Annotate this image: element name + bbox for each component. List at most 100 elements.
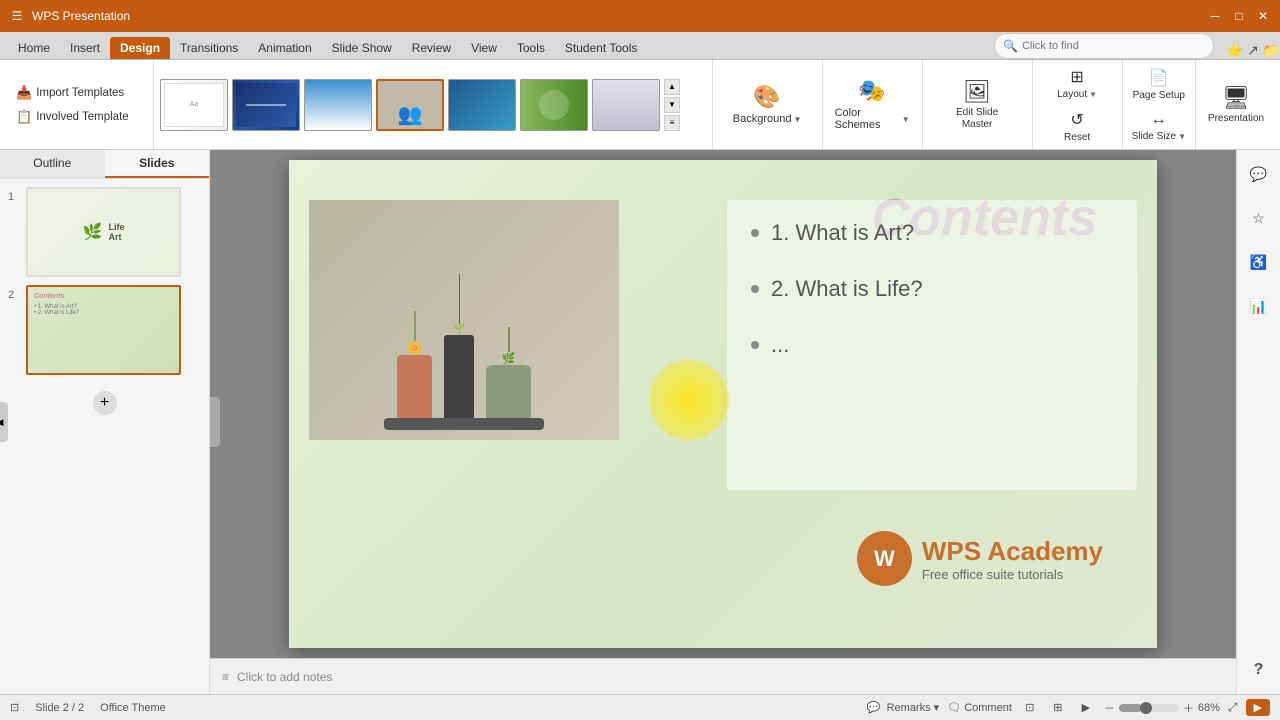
maximize-icon[interactable]: □ — [1230, 7, 1248, 25]
slide-size-button[interactable]: ↔ Slide Size ▼ — [1127, 108, 1191, 145]
notes-bar[interactable]: ≡ Click to add notes — [210, 658, 1236, 694]
bullet-text-1: 1. What is Art? — [771, 220, 914, 246]
ribbon-slidemaster-panel: 🖼 Edit Slide Master — [923, 60, 1033, 149]
titlebar: ☰ WPS Presentation ─ □ ✕ — [0, 0, 1280, 32]
presentation-button[interactable]: 🖥 Presentation — [1203, 82, 1269, 127]
tab-review[interactable]: Review — [402, 37, 461, 59]
layout-icon: ⊞ — [1070, 67, 1083, 87]
accessibility-button[interactable]: ♿ — [1243, 246, 1275, 278]
comment-label[interactable]: 🗨 Comment — [947, 701, 1012, 714]
reset-button[interactable]: ↺ Reset — [1059, 107, 1095, 146]
edit-slide-master-button[interactable]: 🖼 Edit Slide Master — [948, 76, 1006, 134]
theme-info: Office Theme — [100, 702, 166, 714]
tab-slideshow[interactable]: Slide Show — [322, 37, 402, 59]
vase-group: 🌼 🌱 🌿 — [397, 274, 531, 440]
wps-text: WPS Academy Free office suite tutorials — [922, 536, 1103, 582]
wps-logo: W — [857, 531, 912, 586]
zoom-slider[interactable] — [1119, 704, 1179, 712]
stem-2 — [459, 274, 460, 324]
comment-button[interactable]: 💬 — [1243, 158, 1275, 190]
tab-transitions[interactable]: Transitions — [170, 37, 248, 59]
bullet-text-3: ... — [771, 332, 789, 358]
theme-blue-fade[interactable] — [304, 79, 372, 131]
slide-content-box[interactable]: 1. What is Art? 2. What is Life? ... — [727, 200, 1137, 490]
theme-expand[interactable]: ≡ — [664, 115, 680, 131]
color-schemes-button[interactable]: 🎭 Color Schemes ▼ — [827, 74, 918, 135]
play-slideshow-button[interactable]: ▶ — [1246, 699, 1270, 716]
theme-soft-gray[interactable] — [592, 79, 660, 131]
background-icon: 🎨 — [753, 84, 780, 110]
involved-template-button[interactable]: 📋 Involved Template — [10, 105, 147, 129]
reading-view-button[interactable]: ▶ — [1076, 698, 1096, 718]
tab-tools[interactable]: Tools — [507, 37, 555, 59]
close-icon[interactable]: ✕ — [1254, 7, 1272, 25]
add-slide-button[interactable]: + — [93, 391, 117, 415]
wps-academy-watermark: W WPS Academy Free office suite tutorial… — [857, 531, 1103, 586]
help-button[interactable]: ? — [1243, 654, 1275, 686]
ribbon-pagesetup-panel: 📄 Page Setup ↔ Slide Size ▼ — [1123, 60, 1196, 149]
remarks-icon[interactable]: 💬 — [867, 701, 881, 714]
slidemaster-icon: 🖼 — [963, 79, 991, 105]
tab-view[interactable]: View — [461, 37, 507, 59]
zoom-out-button[interactable]: － — [1104, 700, 1115, 716]
slide-thumbnail-1[interactable]: 🌿 Life Art — [26, 187, 181, 277]
bullet-item-2: 2. What is Life? — [751, 276, 1113, 302]
ribbon-tabs: Home Insert Design Transitions Animation… — [0, 32, 1280, 60]
import-icon: 📥 — [16, 85, 32, 101]
folder-icon[interactable]: 📁 — [1262, 41, 1280, 59]
tab-outline[interactable]: Outline — [0, 150, 105, 178]
import-templates-button[interactable]: 📥 Import Templates — [10, 81, 147, 105]
vase-3: 🌿 — [486, 327, 531, 430]
tab-insert[interactable]: Insert — [60, 37, 110, 59]
normal-view-button[interactable]: ⊡ — [1020, 698, 1040, 718]
tab-home[interactable]: Home — [8, 37, 60, 59]
remarks-label[interactable]: Remarks ▾ — [887, 701, 940, 714]
slide-canvas-wrap: Contents 🌼 🌱 — [210, 150, 1236, 658]
layout-button[interactable]: ⊞ Layout ▼ — [1052, 64, 1102, 103]
theme-scroll-up[interactable]: ▲ — [664, 79, 680, 95]
theme-teal[interactable] — [448, 79, 516, 131]
bullet-text-2: 2. What is Life? — [771, 276, 923, 302]
zoom-level: 68% — [1198, 702, 1220, 714]
zoom-in-button[interactable]: ＋ — [1183, 700, 1194, 716]
search-input[interactable] — [1022, 40, 1172, 52]
colorschemes-icon: 🎭 — [858, 78, 885, 104]
status-right: 💬 Remarks ▾ 🗨 Comment ⊡ ⊞ ▶ － ＋ 68% ⤢ ▶ — [867, 698, 1270, 718]
fit-button[interactable]: ⤢ — [1228, 700, 1238, 715]
ribbon-presentation-panel: 🖥 Presentation — [1196, 60, 1276, 149]
click-to-add-notes[interactable]: Click to add notes — [237, 670, 332, 684]
bullet-dot — [751, 285, 759, 293]
tab-slides[interactable]: Slides — [105, 150, 210, 178]
favorites-icon[interactable]: ⭐ — [1226, 41, 1244, 59]
minimize-icon[interactable]: ─ — [1206, 7, 1224, 25]
left-scroll[interactable] — [210, 397, 220, 447]
slidesize-icon: ↔ — [1151, 111, 1167, 129]
slide-image: 🌼 🌱 🌿 — [309, 200, 619, 440]
theme-people-gray[interactable]: 👥 — [376, 79, 444, 131]
list-item: 2 Contents • 1. What is Art? • 2. What i… — [8, 285, 201, 375]
theme-default[interactable]: Aa — [160, 79, 228, 131]
tab-student-tools[interactable]: Student Tools — [555, 37, 648, 59]
grid-view-button[interactable]: ⊞ — [1048, 698, 1068, 718]
sidebar-collapse-button[interactable]: ◀ — [0, 402, 8, 442]
slides-panel: 1 🌿 Life Art 2 — [0, 179, 209, 694]
star-button[interactable]: ☆ — [1243, 202, 1275, 234]
background-button[interactable]: 🎨 Background ▼ — [725, 80, 810, 129]
bullet-dot — [751, 341, 759, 349]
page-setup-button[interactable]: 📄 Page Setup — [1128, 65, 1190, 104]
analytics-button[interactable]: 📊 — [1243, 290, 1275, 322]
menu-icon[interactable]: ☰ — [8, 7, 26, 25]
search-bar[interactable]: 🔍 — [994, 33, 1214, 59]
tab-design[interactable]: Design — [110, 37, 170, 59]
share-icon[interactable]: ↗ — [1244, 41, 1262, 59]
search-icon: 🔍 — [1003, 39, 1018, 53]
ribbon: 📥 Import Templates 📋 Involved Template A… — [0, 60, 1280, 150]
slide-thumbnail-2[interactable]: Contents • 1. What is Art? • 2. What is … — [26, 285, 181, 375]
theme-blue-dark[interactable] — [232, 79, 300, 131]
ribbon-themes-panel: Aa 👥 — [154, 60, 713, 149]
add-slide-area: + — [8, 391, 201, 415]
tab-animation[interactable]: Animation — [248, 37, 321, 59]
slide-panel-icon[interactable]: ⊡ — [10, 701, 19, 714]
theme-scroll-down[interactable]: ▼ — [664, 97, 680, 113]
theme-green[interactable] — [520, 79, 588, 131]
